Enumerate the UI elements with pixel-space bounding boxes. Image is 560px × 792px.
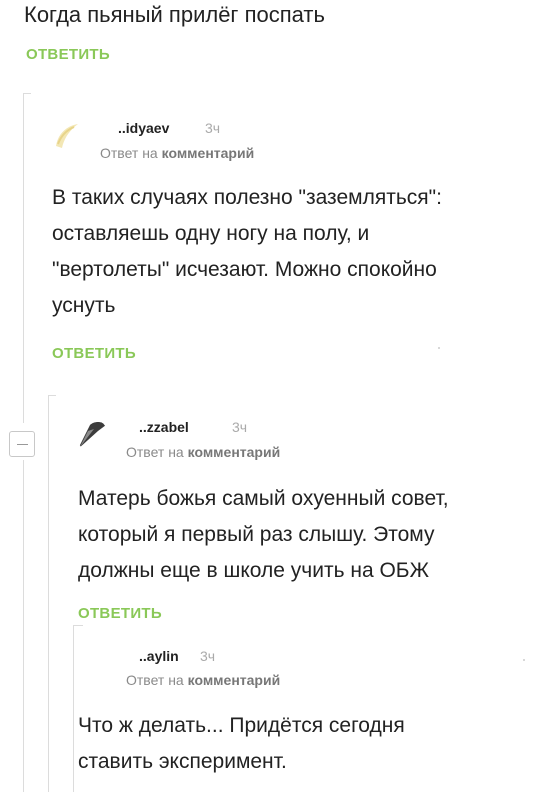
comment-line: оставляешь одну ногу на полу, и — [52, 222, 370, 245]
comment-line: должны еще в школе учить на ОБЖ — [78, 559, 429, 582]
comment-line: "вертолеты" исчезают. Можно спокойно — [52, 258, 437, 281]
comment-body: Что ж делать... Придётся сегодня ставить… — [78, 708, 553, 780]
thread-line — [23, 93, 24, 423]
comment-author[interactable]: ..idyaev — [118, 120, 169, 136]
reply-to-meta: Ответ на комментарий — [126, 444, 280, 460]
meta-link[interactable]: комментарий — [188, 672, 281, 688]
artifact-dot — [523, 659, 525, 661]
reply-to-meta: Ответ на комментарий — [126, 672, 280, 688]
meta-prefix: Ответ на — [126, 444, 184, 460]
thread-line — [73, 625, 74, 792]
comment-time: 3ч — [205, 120, 221, 136]
thread-line-h — [23, 93, 31, 94]
thread-line-h — [48, 395, 56, 396]
avatar[interactable] — [76, 419, 108, 451]
comment-line: В таких случаях полезно "заземляться": — [52, 186, 442, 209]
reply-to-meta: Ответ на комментарий — [100, 145, 254, 161]
collapse-thread-minus-icon[interactable] — [9, 431, 35, 457]
thread-line-h — [73, 625, 83, 626]
meta-prefix: Ответ на — [100, 145, 158, 161]
reply-button[interactable]: ОТВЕТИТЬ — [26, 46, 110, 63]
comment-body: В таких случаях полезно "заземляться": о… — [52, 180, 552, 324]
reply-button[interactable]: ОТВЕТИТЬ — [52, 345, 136, 362]
meta-link[interactable]: комментарий — [162, 145, 255, 161]
comment-line: ставить эксперимент. — [78, 750, 287, 773]
reply-button[interactable]: ОТВЕТИТЬ — [78, 605, 162, 622]
comment-time: 3ч — [200, 648, 216, 664]
comment-line: который я первый раз слышу. Этому — [78, 523, 435, 546]
thread-line — [48, 395, 49, 792]
comment-author[interactable]: ..aylin — [139, 648, 179, 664]
artifact-dot — [438, 347, 440, 349]
comment-body: Матерь божья самый охуенный совет, котор… — [78, 481, 553, 589]
post-text: Когда пьяный прилёг поспать — [24, 2, 325, 27]
avatar[interactable] — [52, 120, 84, 152]
comment-line: Матерь божья самый охуенный совет, — [78, 487, 449, 510]
comment-time: 3ч — [232, 419, 248, 435]
comment-author[interactable]: ..zzabel — [139, 419, 189, 435]
meta-link[interactable]: комментарий — [188, 444, 281, 460]
meta-prefix: Ответ на — [126, 672, 184, 688]
comment-line: Что ж делать... Придётся сегодня — [78, 714, 405, 737]
comment-line: уснуть — [52, 294, 116, 317]
thread-line — [23, 460, 24, 792]
